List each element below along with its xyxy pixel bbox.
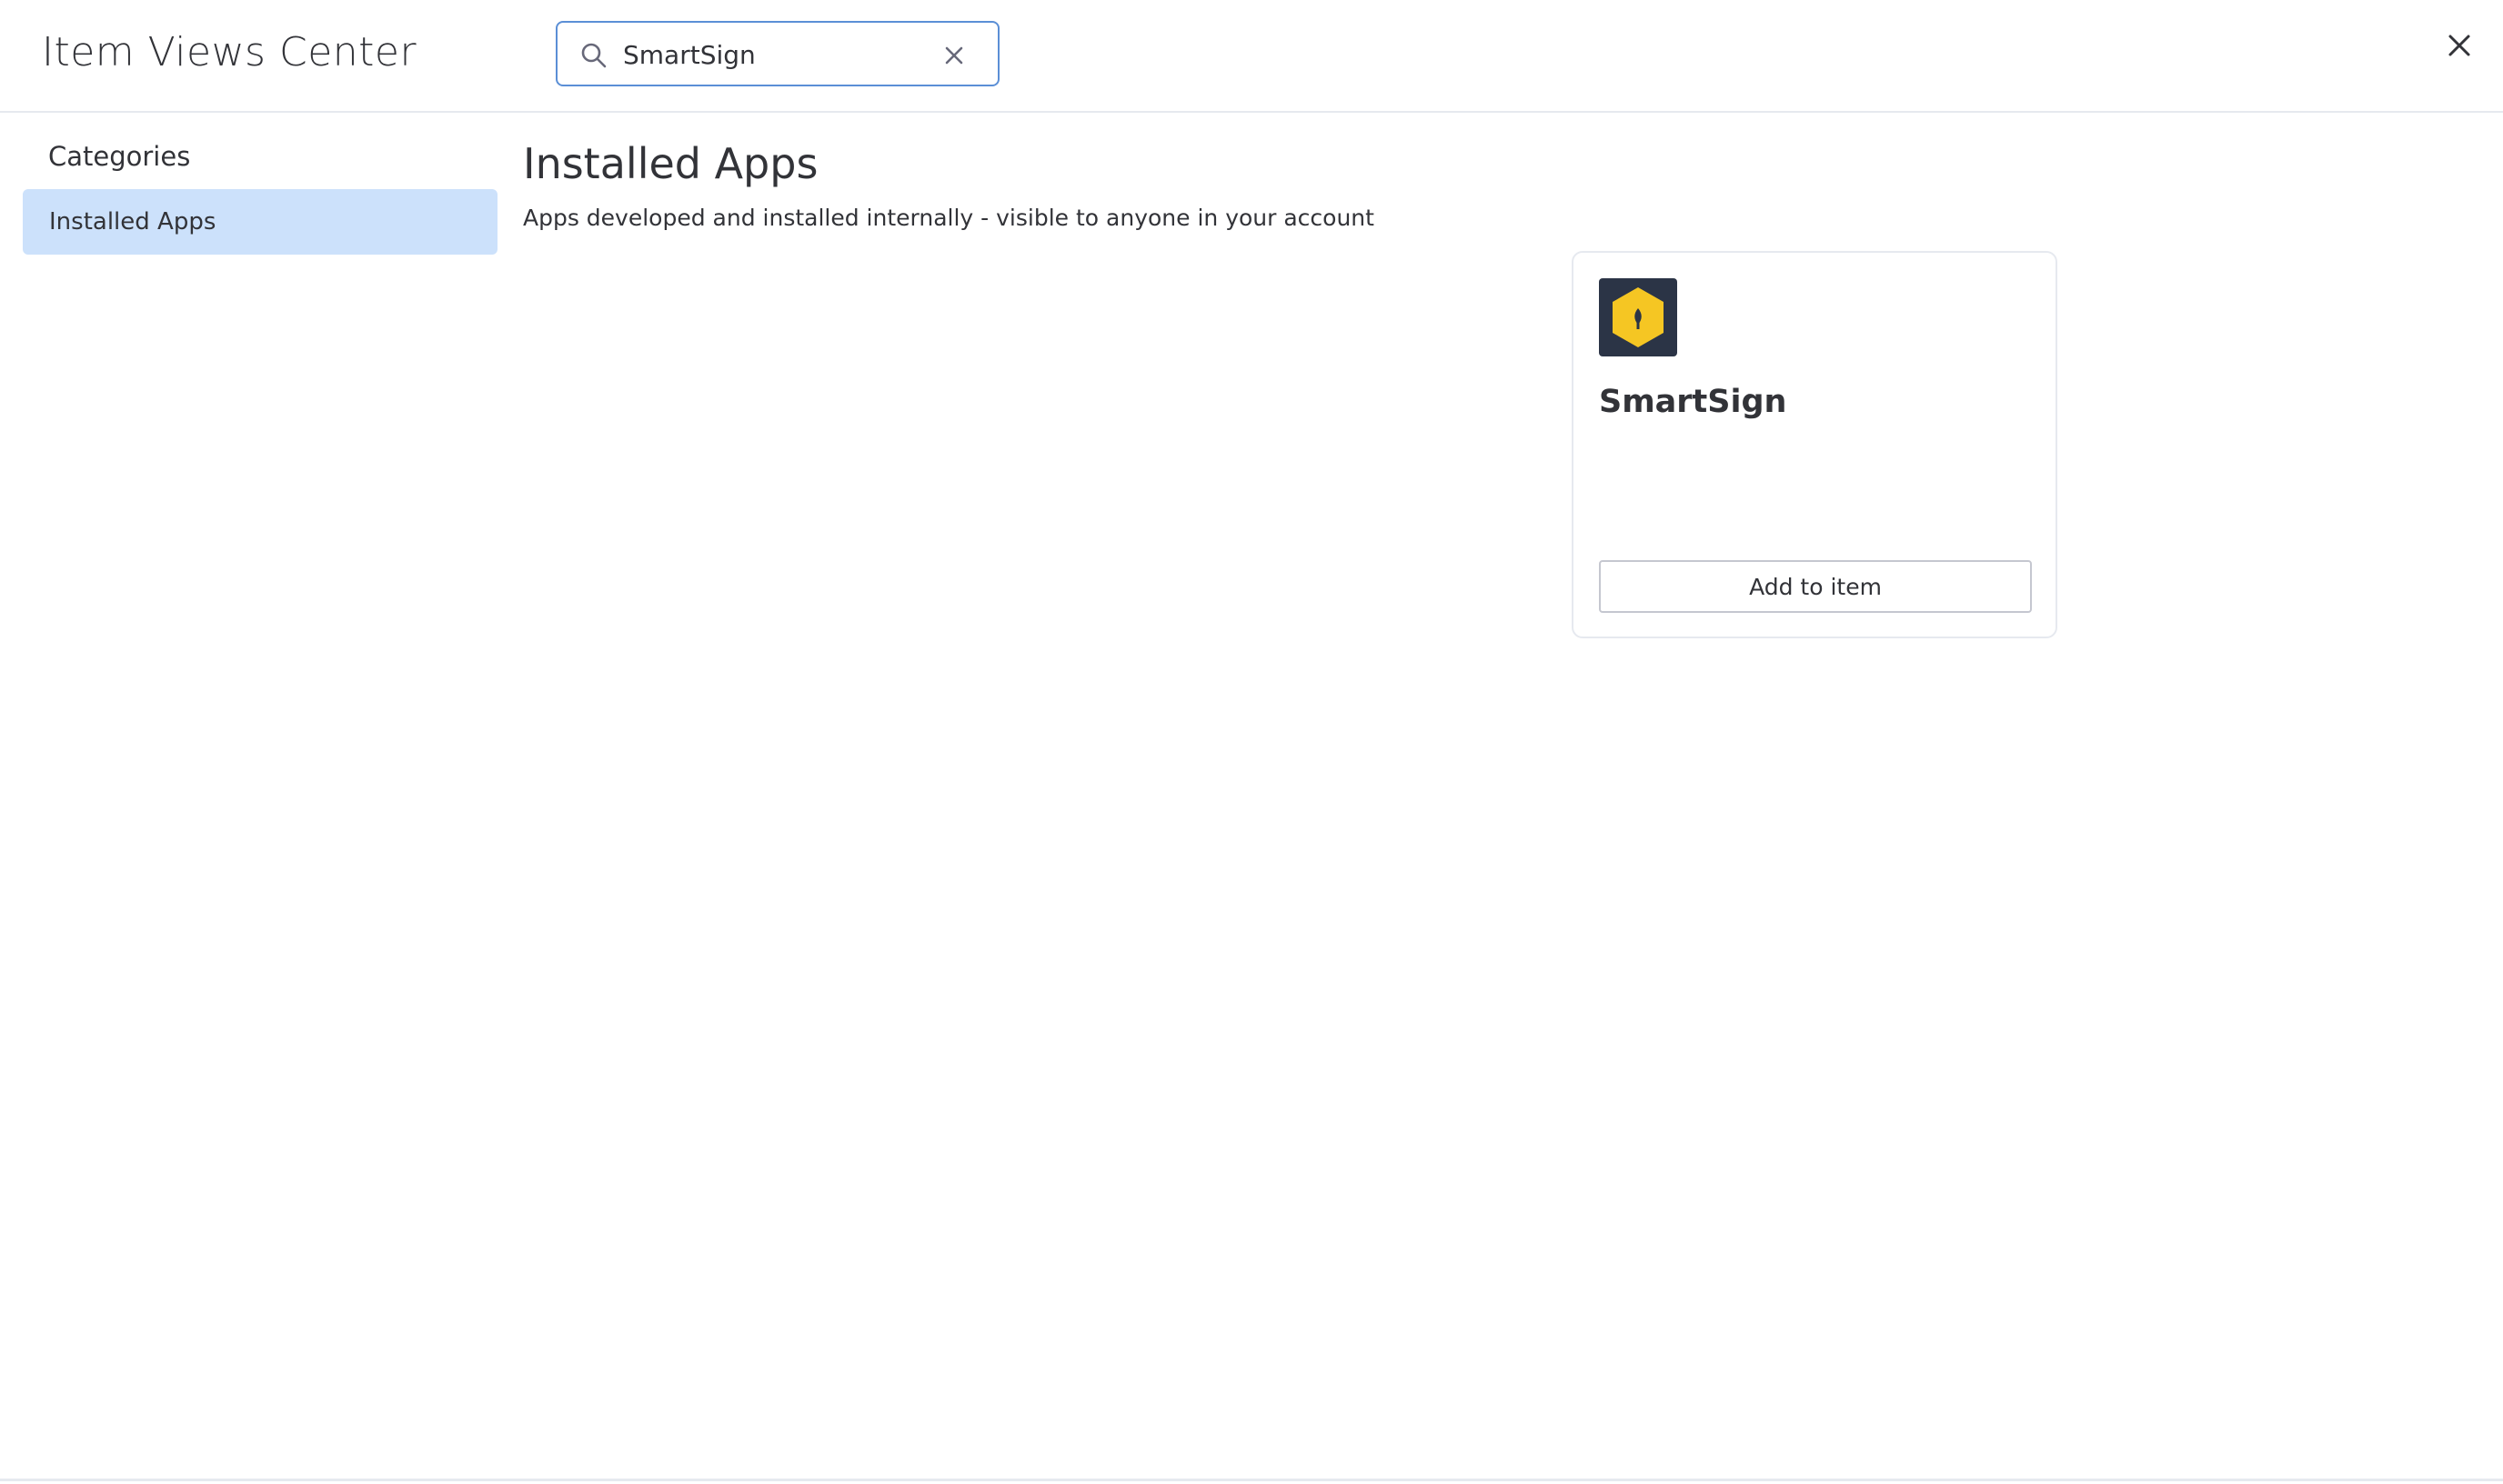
modal-title: Item Views Center: [42, 29, 417, 75]
search-input[interactable]: [623, 32, 923, 77]
sidebar-item-label: Installed Apps: [49, 208, 216, 236]
close-icon[interactable]: [2441, 27, 2478, 64]
add-to-item-button[interactable]: Add to item: [1599, 560, 2032, 613]
search-icon: [579, 41, 608, 70]
item-views-center-modal: Item Views Center Ca: [0, 0, 2503, 1484]
app-card[interactable]: SmartSign Add to item: [1572, 251, 2057, 638]
app-name: SmartSign: [1599, 384, 1787, 420]
modal-header: Item Views Center: [0, 0, 2503, 113]
page-title: Installed Apps: [523, 139, 819, 188]
sidebar-item-installed-apps[interactable]: Installed Apps: [23, 189, 498, 255]
smartsign-logo-icon: [1599, 278, 1677, 356]
bottom-divider: [0, 1479, 2503, 1481]
categories-sidebar: Categories Installed Apps: [0, 115, 509, 1479]
categories-heading: Categories: [48, 141, 191, 172]
clear-search-icon[interactable]: [940, 41, 969, 70]
main-content: Installed Apps Apps developed and instal…: [523, 115, 2497, 1479]
page-subtitle: Apps developed and installed internally …: [523, 205, 1374, 231]
search-box[interactable]: [556, 21, 1000, 86]
